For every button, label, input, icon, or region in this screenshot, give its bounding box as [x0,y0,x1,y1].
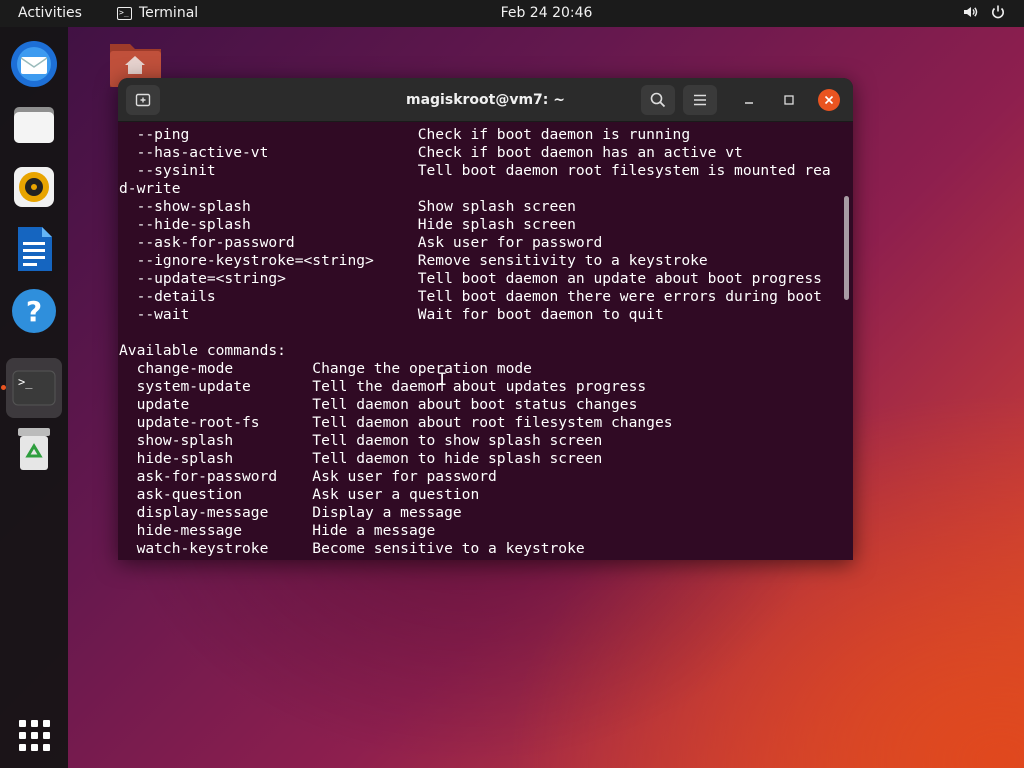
terminal-line: display-message Display a message [119,504,462,521]
files-icon[interactable] [6,97,62,153]
terminal-line: --ask-for-password Ask user for password [119,234,603,251]
terminal-output[interactable]: --ping Check if boot daemon is running -… [118,126,838,560]
terminal-line: update-root-fs Tell daemon about root fi… [119,414,673,431]
trash-icon[interactable] [6,421,62,477]
terminal-icon[interactable]: >_ [6,358,62,418]
close-icon [824,95,834,105]
menu-button[interactable] [683,85,717,115]
terminal-line: --has-active-vt Check if boot daemon has… [119,144,743,161]
terminal-line: update Tell daemon about boot status cha… [119,396,638,413]
terminal-line: hide-message Hide a message [119,522,436,539]
terminal-line: --show-splash Show splash screen [119,198,576,215]
volume-icon[interactable] [962,4,978,24]
power-icon[interactable] [990,4,1006,24]
app-menu-label: Terminal [139,5,199,21]
search-button[interactable] [641,85,675,115]
terminal-line: Available commands: [119,342,286,359]
rhythmbox-icon[interactable] [6,159,62,215]
terminal-line: --hide-splash Hide splash screen [119,216,576,233]
terminal-line: system-update Tell the daemon about upda… [119,378,647,395]
system-tray[interactable] [962,4,1006,24]
terminal-line: --ignore-keystroke=<string> Remove sensi… [119,252,708,269]
minimize-button[interactable] [738,89,760,111]
close-button[interactable] [818,89,840,111]
clock[interactable]: Feb 24 20:46 [501,5,593,21]
activities-button[interactable]: Activities [18,5,82,21]
terminal-line: watch-keystroke Become sensitive to a ke… [119,540,585,557]
terminal-line: hide-splash Tell daemon to hide splash s… [119,450,603,467]
maximize-icon [784,95,794,105]
terminal-line: change-mode Change the operation mode [119,360,532,377]
show-applications-icon[interactable] [6,707,62,763]
terminal-line: --sysinit Tell boot daemon root filesyst… [119,162,831,179]
terminal-line: ask-question Ask user a question [119,486,480,503]
scrollbar-thumb[interactable] [844,196,849,300]
thunderbird-icon[interactable] [6,36,62,92]
terminal-line: d-write [119,180,181,197]
dock: ? >_ [0,27,68,768]
terminal-line: --ping Check if boot daemon is running [119,126,691,143]
terminal-line: show-splash Tell daemon to show splash s… [119,432,603,449]
title-bar[interactable]: magiskroot@vm7: ~ [118,78,853,122]
terminal-line: --update=<string> Tell boot daemon an up… [119,270,822,287]
svg-text:>_: >_ [18,375,33,389]
mouse-ibeam-cursor: I [437,370,448,390]
terminal-window[interactable]: magiskroot@vm7: ~ --ping Check if boot d… [118,78,853,560]
svg-text:?: ? [26,295,42,328]
top-bar: Activities >_ Terminal Feb 24 20:46 [0,0,1024,27]
terminal-line: --details Tell boot daemon there were er… [119,288,822,305]
terminal-line: ask-for-password Ask user for password [119,468,497,485]
search-icon [650,92,666,108]
minimize-icon [745,102,753,104]
libreoffice-writer-icon[interactable] [6,221,62,277]
terminal-line: --wait Wait for boot daemon to quit [119,306,664,323]
help-icon[interactable]: ? [6,283,62,339]
app-menu[interactable]: >_ Terminal [117,5,198,21]
hamburger-menu-icon [694,94,706,106]
terminal-app-icon: >_ [117,6,132,20]
maximize-button[interactable] [778,89,800,111]
